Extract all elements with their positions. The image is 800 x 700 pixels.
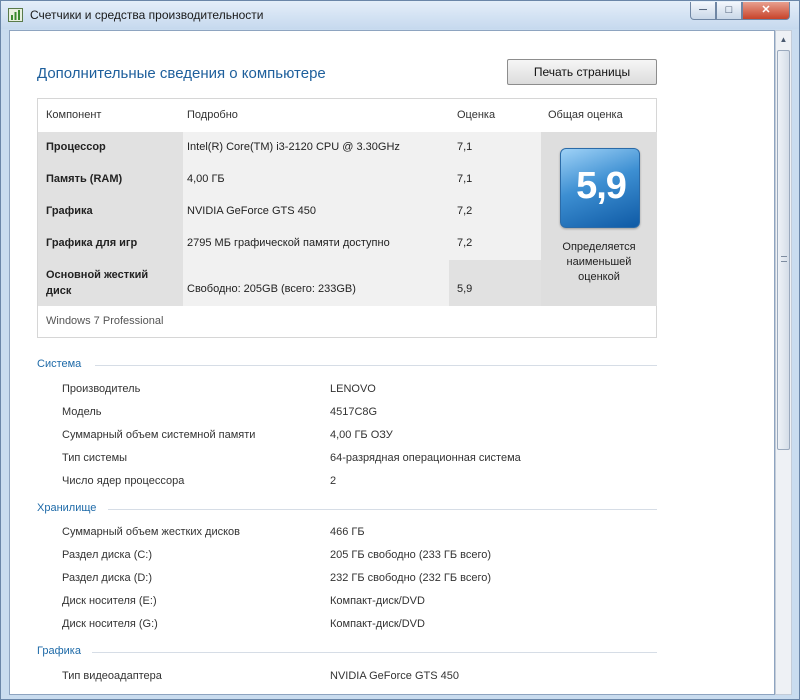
prop-value: 466 ГБ [330,526,365,538]
header-rating: Оценка [457,109,496,121]
component-label: Процессор [46,141,106,153]
overall-score-panel: 5,9 Определяется наименьшей оценкой [541,132,657,306]
scroll-thumb[interactable] [777,50,790,450]
header-component: Компонент [46,109,102,121]
maximize-button[interactable]: □ [716,2,742,20]
component-rating: 7,1 [457,141,473,153]
component-details: 2795 МБ графической памяти доступно [187,237,390,249]
page-title: Дополнительные сведения о компьютере [37,65,326,82]
performance-window: Счетчики и средства производительности ─… [0,0,800,700]
prop-value: 4517C8G [330,406,378,418]
prop-value: LENOVO [330,383,376,395]
component-label: Графика [46,205,93,217]
component-label: Память (RAM) [46,173,123,185]
windows-edition: Windows 7 Professional [46,315,164,327]
score-table: Компонент Подробно Оценка Общая оценка П… [37,98,657,338]
prop-label: Суммарный объем системной памяти [62,429,256,441]
title-bar[interactable]: Счетчики и средства производительности ─… [1,1,799,29]
prop-label: Число ядер процессора [62,475,185,487]
prop-label: Диск носителя (E:) [62,595,157,607]
prop-value: 2 [330,475,337,487]
content-pane: Дополнительные сведения о компьютере Печ… [9,30,775,695]
prop-value: 4,00 ГБ ОЗУ [330,429,393,441]
overall-score: 5,9 [576,165,627,207]
scroll-up-icon[interactable]: ▲ [776,31,791,48]
prop-label: Тип системы [62,452,128,464]
header-details: Подробно [187,109,238,121]
component-details: NVIDIA GeForce GTS 450 [187,205,316,217]
prop-value: Компакт-диск/DVD [330,595,425,607]
app-icon [8,8,23,22]
prop-label: Модель [62,406,102,418]
section-system-header: Система [37,358,82,370]
scroll-grip-icon [781,256,787,262]
overall-score-note: Определяется наименьшей оценкой [562,241,636,283]
score-row: Графика для игр 2795 МБ графической памя… [38,228,541,260]
print-page-button[interactable]: Печать страницы [507,59,657,85]
window-title: Счетчики и средства производительности [30,8,264,22]
component-rating: 7,2 [457,237,473,249]
score-row: Графика NVIDIA GeForce GTS 450 7,2 [38,196,541,228]
minimize-button[interactable]: ─ [690,2,716,20]
prop-label: Раздел диска (D:) [62,572,153,584]
component-rating: 7,2 [457,205,473,217]
close-button[interactable]: ✕ [742,2,790,20]
prop-label: Тип видеоадаптера [62,670,162,682]
score-row: Основной жесткий диск Свободно: 205GB (в… [38,260,541,306]
prop-value: 205 ГБ свободно (233 ГБ всего) [330,549,492,561]
prop-label: Суммарный объем жестких дисков [62,526,241,538]
prop-value: 64-разрядная операционная система [330,452,521,464]
vertical-scrollbar[interactable]: ▲ [775,30,792,695]
component-label: Основной жесткий диск [46,269,149,297]
score-row: Память (RAM) 4,00 ГБ 7,1 [38,164,541,196]
score-row: Процессор Intel(R) Core(TM) i3-2120 CPU … [38,132,541,164]
component-details: Intel(R) Core(TM) i3-2120 CPU @ 3.30GHz [187,141,400,153]
section-graphics-header: Графика [37,645,81,657]
component-details: 4,00 ГБ [187,173,225,185]
section-storage-header: Хранилище [37,502,97,514]
component-rating: 7,1 [457,173,473,185]
prop-value: 232 ГБ свободно (232 ГБ всего) [330,572,492,584]
prop-label: Диск носителя (G:) [62,618,158,630]
prop-label: Раздел диска (C:) [62,549,153,561]
component-details: Свободно: 205GB (всего: 233GB) [187,283,356,295]
score-badge-icon: 5,9 [560,148,640,228]
header-overall: Общая оценка [548,109,623,121]
component-label: Графика для игр [46,237,138,249]
prop-value: Компакт-диск/DVD [330,618,425,630]
prop-label: Производитель [62,383,141,395]
prop-value: NVIDIA GeForce GTS 450 [330,670,459,682]
component-rating: 5,9 [457,283,473,295]
